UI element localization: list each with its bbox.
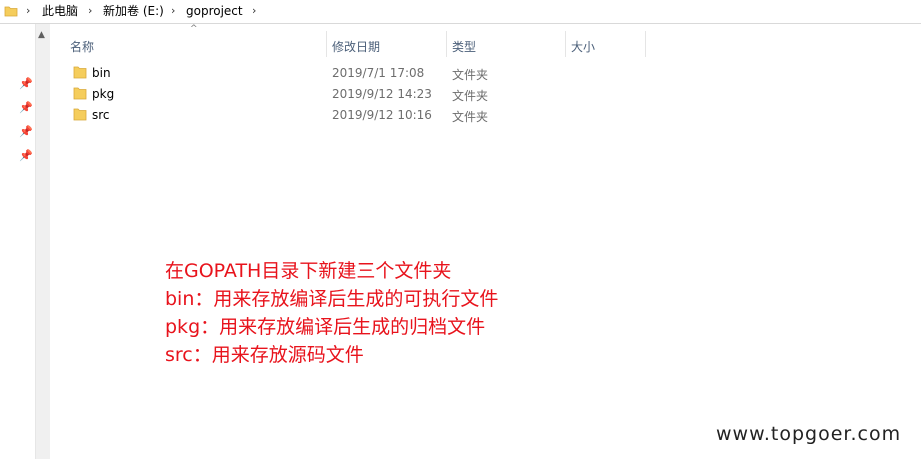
annotation-line: src：用来存放源码文件 (165, 344, 364, 366)
breadcrumb-item-goproject[interactable]: goproject (186, 4, 243, 18)
file-date: 2019/7/1 17:08 (332, 66, 425, 80)
annotation-line: 在GOPATH目录下新建三个文件夹 (165, 260, 452, 282)
column-header-type[interactable]: 类型 (452, 38, 476, 55)
file-type: 文件夹 (452, 89, 489, 103)
folder-icon (4, 4, 18, 21)
folder-icon (73, 65, 87, 82)
chevron-right-icon: › (252, 4, 257, 17)
column-divider[interactable] (326, 31, 327, 57)
breadcrumb-item-volume[interactable]: 新加卷 (E:) (103, 4, 164, 18)
pin-icon: 📌 (19, 125, 33, 138)
chevron-right-icon: › (26, 4, 31, 17)
column-divider[interactable] (565, 31, 566, 57)
address-bar[interactable]: › 此电脑 › 新加卷 (E:) › goproject › (0, 0, 921, 24)
vertical-scrollbar[interactable]: ▲ (35, 24, 50, 459)
pin-icon: 📌 (19, 77, 33, 90)
column-header: 名称 修改日期 类型 大小 (0, 31, 921, 57)
breadcrumb-item-this-pc[interactable]: 此电脑 (42, 4, 78, 18)
list-item[interactable]: src 2019/9/12 10:16 文件夹 (70, 105, 630, 125)
chevron-right-icon: › (88, 4, 93, 17)
list-item[interactable]: bin 2019/7/1 17:08 文件夹 (70, 63, 630, 83)
file-name: src (92, 108, 110, 122)
chevron-right-icon: › (171, 4, 176, 17)
folder-icon (73, 107, 87, 124)
file-name: bin (92, 66, 111, 80)
file-date: 2019/9/12 10:16 (332, 108, 432, 122)
pin-icon: 📌 (19, 149, 33, 162)
pin-icon: 📌 (19, 101, 33, 114)
annotation-line: pkg：用来存放编译后生成的归档文件 (165, 316, 486, 338)
file-name: pkg (92, 87, 115, 101)
column-divider[interactable] (645, 31, 646, 57)
column-header-size[interactable]: 大小 (571, 38, 595, 55)
column-divider[interactable] (446, 31, 447, 57)
file-type: 文件夹 (452, 68, 489, 82)
annotation-text: 在GOPATH目录下新建三个文件夹 bin：用来存放编译后生成的可执行文件 pk… (165, 257, 498, 369)
watermark: www.topgoer.com (716, 423, 902, 445)
folder-icon (73, 86, 87, 103)
file-type: 文件夹 (452, 110, 489, 124)
file-date: 2019/9/12 14:23 (332, 87, 432, 101)
column-header-name[interactable]: 名称 (70, 38, 94, 55)
column-header-date[interactable]: 修改日期 (332, 38, 380, 55)
list-item[interactable]: pkg 2019/9/12 14:23 文件夹 (70, 84, 630, 104)
annotation-line: bin：用来存放编译后生成的可执行文件 (165, 288, 499, 310)
